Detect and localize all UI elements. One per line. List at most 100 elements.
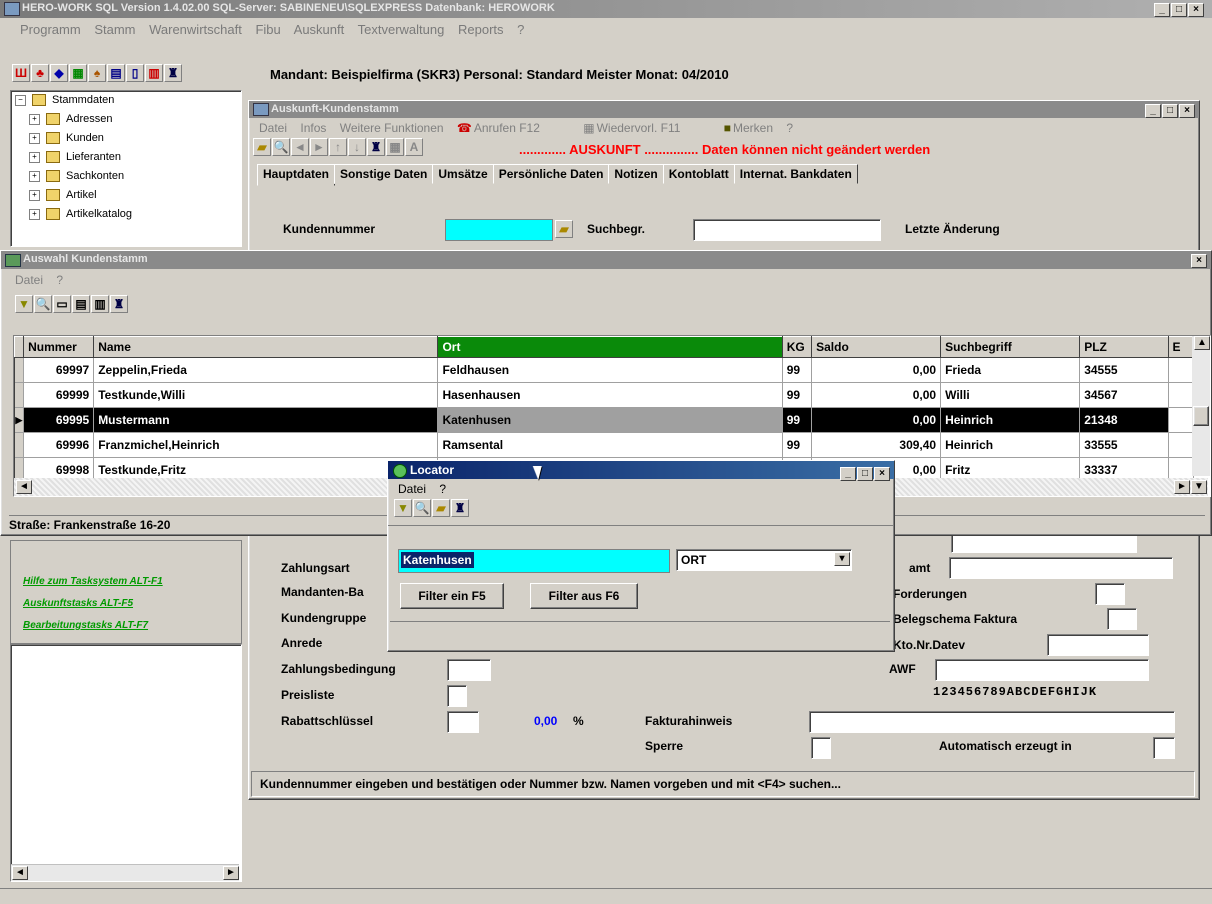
scroll-left-button[interactable]: ◄ bbox=[16, 480, 32, 494]
menu-help[interactable]: ? bbox=[439, 482, 446, 496]
window-icon[interactable]: ▭ bbox=[53, 295, 71, 313]
task-link-auskunft[interactable]: Auskunftstasks ALT-F5 bbox=[23, 593, 241, 615]
exit-icon[interactable]: ♜ bbox=[451, 499, 469, 517]
close-button[interactable]: × bbox=[1188, 3, 1204, 17]
task-link-bearbeitung[interactable]: Bearbeitungstasks ALT-F7 bbox=[23, 615, 241, 637]
suchbegr-input[interactable] bbox=[693, 219, 881, 241]
toolbar-icon-4[interactable]: ▦ bbox=[69, 64, 87, 82]
locator-search-input[interactable]: Katenhusen bbox=[398, 549, 670, 573]
sperre-checkbox[interactable] bbox=[811, 737, 831, 759]
col-e[interactable]: E bbox=[1167, 336, 1195, 358]
menu-datei[interactable]: Datei bbox=[398, 482, 426, 496]
search-icon[interactable]: 🔍 bbox=[413, 499, 431, 517]
minimize-button[interactable]: _ bbox=[1154, 3, 1170, 17]
tree-item-sachkonten[interactable]: + Sachkonten bbox=[11, 167, 241, 186]
col-saldo[interactable]: Saldo bbox=[811, 336, 942, 358]
col-suchbegriff[interactable]: Suchbegriff bbox=[940, 336, 1081, 358]
folder-open-icon[interactable]: ▰ bbox=[432, 499, 450, 517]
belegschema-input[interactable] bbox=[1107, 608, 1137, 630]
tab-notizen[interactable]: Notizen bbox=[608, 164, 664, 184]
prev-icon[interactable]: ◄ bbox=[291, 138, 309, 156]
table-row[interactable]: 69996 Franzmichel,Heinrich Ramsental 99 … bbox=[14, 432, 1195, 458]
toolbar-icon-6[interactable]: ▤ bbox=[107, 64, 125, 82]
col-kg[interactable]: KG bbox=[781, 336, 813, 358]
search-icon[interactable]: 🔍 bbox=[34, 295, 52, 313]
right-field-top[interactable] bbox=[951, 533, 1137, 553]
close-button[interactable]: × bbox=[874, 467, 890, 481]
scroll-left-button[interactable]: ◄ bbox=[12, 866, 28, 880]
export-icon[interactable]: ▥ bbox=[91, 295, 109, 313]
maximize-button[interactable]: □ bbox=[1162, 104, 1178, 118]
lookup-folder-icon[interactable]: ▰ bbox=[555, 220, 573, 238]
col-name[interactable]: Name bbox=[93, 336, 439, 358]
search-icon[interactable]: 🔍 bbox=[272, 138, 290, 156]
zahlungsbedingung-input[interactable] bbox=[447, 659, 491, 681]
table-row[interactable]: 69997 Zeppelin,Frieda Feldhausen 99 0,00… bbox=[14, 357, 1195, 383]
rabattschluessel-input[interactable] bbox=[447, 711, 479, 733]
minimize-button[interactable]: _ bbox=[1145, 104, 1161, 118]
close-button[interactable]: × bbox=[1179, 104, 1195, 118]
scroll-down-button[interactable]: ▼ bbox=[1191, 480, 1207, 494]
toolbar-icon-8[interactable]: ▥ bbox=[145, 64, 163, 82]
tree-item-artikel[interactable]: + Artikel bbox=[11, 186, 241, 205]
text-icon[interactable]: A bbox=[405, 138, 423, 156]
chevron-down-icon[interactable]: ▾ bbox=[834, 552, 850, 566]
fakturahinweis-input[interactable] bbox=[809, 711, 1175, 733]
toolbar-icon-1[interactable]: Ш bbox=[12, 64, 30, 82]
exit-icon[interactable]: ♜ bbox=[110, 295, 128, 313]
up-icon[interactable]: ↑ bbox=[329, 138, 347, 156]
close-button[interactable]: × bbox=[1191, 254, 1207, 268]
tab-sonstige-daten[interactable]: Sonstige Daten bbox=[334, 164, 434, 184]
menu-fibu[interactable]: Fibu bbox=[255, 22, 280, 37]
folder-open-icon[interactable]: ▰ bbox=[253, 138, 271, 156]
table-row-selected[interactable]: ▶ 69995 Mustermann Katenhusen 99 0,00 He… bbox=[14, 407, 1195, 433]
toolbar-icon-9[interactable]: ♜ bbox=[164, 64, 182, 82]
menu-anrufen[interactable]: Anrufen F12 bbox=[474, 121, 540, 135]
tree-item-kunden[interactable]: + Kunden bbox=[11, 129, 241, 148]
tree-item-lieferanten[interactable]: + Lieferanten bbox=[11, 148, 241, 167]
exit-icon[interactable]: ♜ bbox=[367, 138, 385, 156]
menu-programm[interactable]: Programm bbox=[20, 22, 81, 37]
menu-stamm[interactable]: Stamm bbox=[94, 22, 135, 37]
left-hscrollbar[interactable]: ◄ ► bbox=[11, 864, 239, 881]
toolbar-icon-7[interactable]: ▯ bbox=[126, 64, 144, 82]
tree-root[interactable]: − Stammdaten bbox=[11, 91, 241, 110]
menu-wiedervorl[interactable]: Wiedervorl. F11 bbox=[597, 121, 681, 135]
filter-icon[interactable]: ▼ bbox=[394, 499, 412, 517]
menu-merken[interactable]: Merken bbox=[733, 121, 773, 135]
scroll-thumb[interactable] bbox=[1193, 406, 1209, 426]
menu-warenwirtschaft[interactable]: Warenwirtschaft bbox=[149, 22, 242, 37]
preisliste-input[interactable] bbox=[447, 685, 467, 707]
minimize-button[interactable]: _ bbox=[840, 467, 856, 481]
scroll-right-button[interactable]: ► bbox=[223, 866, 239, 880]
scroll-up-button[interactable]: ▲ bbox=[1194, 336, 1210, 350]
task-link-help[interactable]: Hilfe zum Tasksystem ALT-F1 bbox=[23, 571, 241, 593]
tree-item-artikelkatalog[interactable]: + Artikelkatalog bbox=[11, 205, 241, 224]
menu-reports[interactable]: Reports bbox=[458, 22, 504, 37]
maximize-button[interactable]: □ bbox=[1171, 3, 1187, 17]
ktonr-input[interactable] bbox=[1047, 634, 1149, 656]
filter-icon[interactable]: ▼ bbox=[15, 295, 33, 313]
toolbar-icon-3[interactable]: ◆ bbox=[50, 64, 68, 82]
menu-help[interactable]: ? bbox=[517, 22, 524, 37]
awf-input[interactable] bbox=[935, 659, 1149, 681]
menu-help[interactable]: ? bbox=[786, 121, 793, 135]
menu-auskunft[interactable]: Auskunft bbox=[294, 22, 345, 37]
col-nummer[interactable]: Nummer bbox=[23, 336, 95, 358]
kundennummer-input[interactable] bbox=[445, 219, 553, 241]
maximize-button[interactable]: □ bbox=[857, 467, 873, 481]
amt-input[interactable] bbox=[949, 557, 1173, 579]
menu-datei[interactable]: Datei bbox=[15, 273, 43, 287]
toolbar-icon-2[interactable]: ♣ bbox=[31, 64, 49, 82]
print-icon[interactable]: ▤ bbox=[72, 295, 90, 313]
grid-vscrollbar[interactable]: ▲ bbox=[1192, 336, 1210, 476]
filter-ein-button[interactable]: Filter ein F5 bbox=[400, 583, 504, 609]
menu-weitere-funktionen[interactable]: Weitere Funktionen bbox=[340, 121, 444, 135]
next-icon[interactable]: ► bbox=[310, 138, 328, 156]
col-ort[interactable]: Ort bbox=[437, 336, 783, 358]
tab-kontoblatt[interactable]: Kontoblatt bbox=[662, 164, 735, 184]
grid-icon[interactable]: ▦ bbox=[386, 138, 404, 156]
auto-erzeugt-checkbox[interactable] bbox=[1153, 737, 1175, 759]
tab-persoenliche-daten[interactable]: Persönliche Daten bbox=[492, 164, 610, 184]
tab-hauptdaten[interactable]: Hauptdaten bbox=[257, 164, 335, 186]
